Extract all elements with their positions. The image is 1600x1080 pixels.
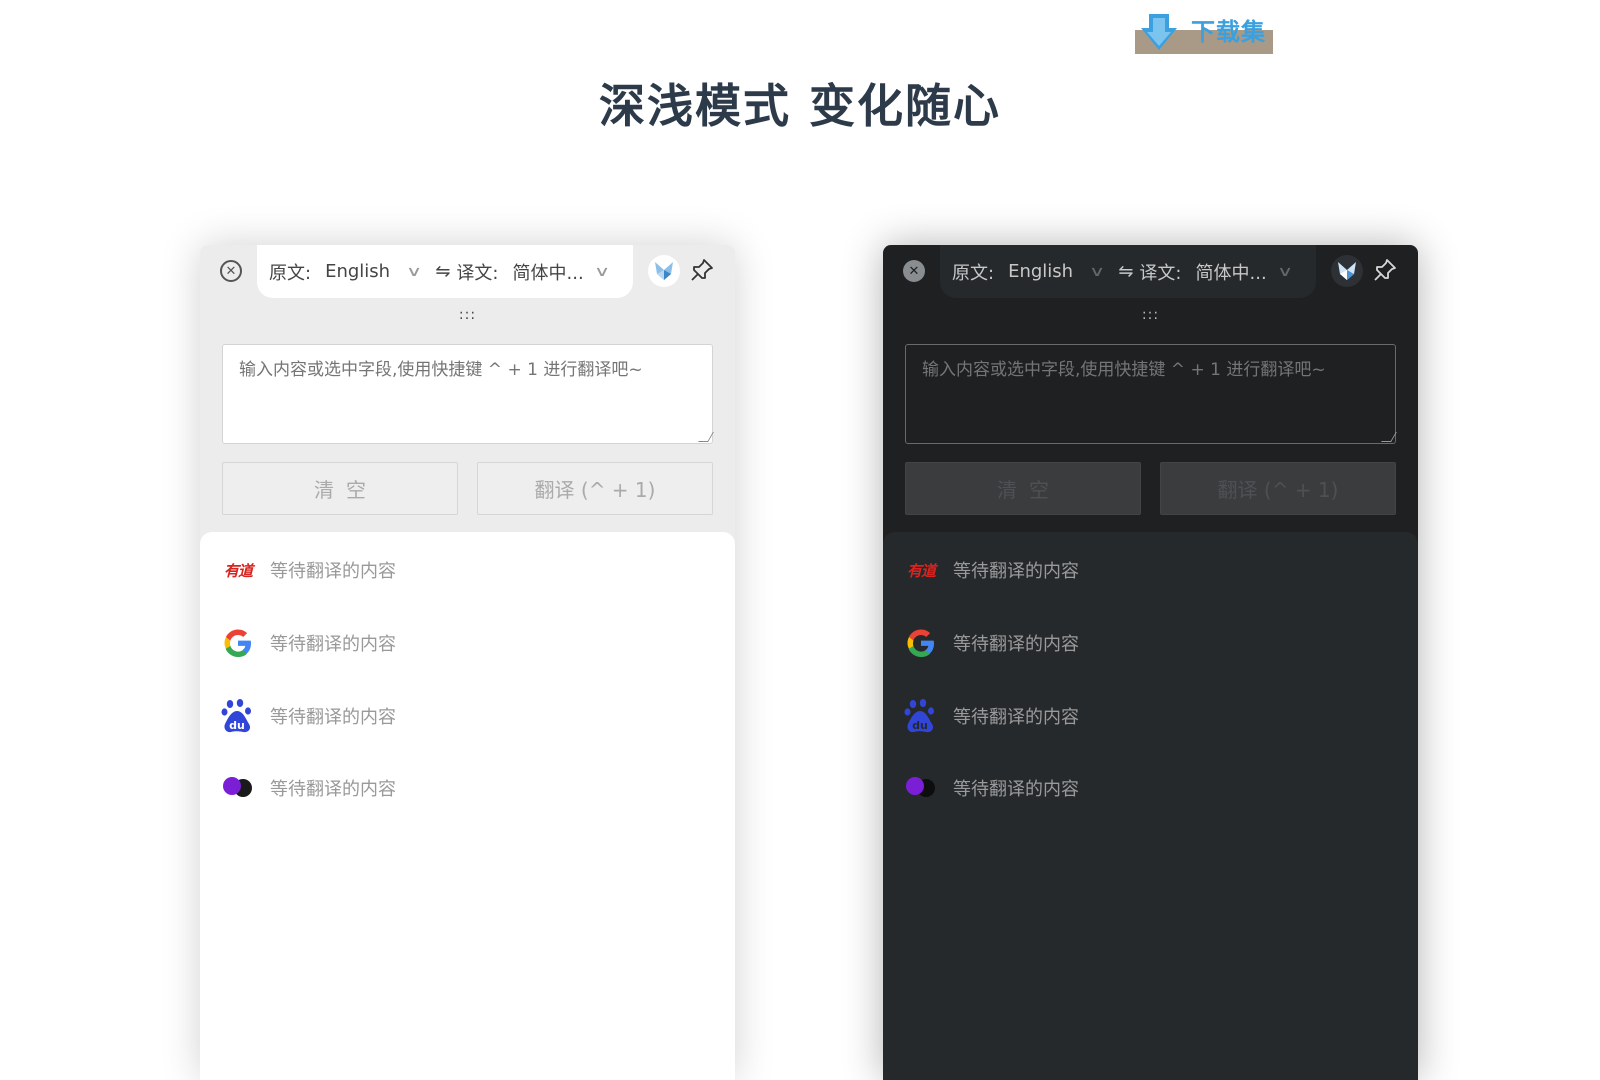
watermark-logo: 下载集 [1135,12,1273,56]
download-arrow-icon [1141,14,1177,50]
youdao-icon: 有道 [220,552,256,588]
target-label: 译文: [1139,262,1182,284]
drag-handle[interactable]: ::: [883,308,1418,322]
result-text: 等待翻译的内容 [953,634,1079,655]
translator-window-dark: ✕ 原文: English ∨ ⇋ 译文: 简体中... ∨ ::: 清空 翻译… [883,245,1418,1080]
result-text: 等待翻译的内容 [270,634,396,655]
result-text: 等待翻译的内容 [953,561,1079,582]
result-row-google: 等待翻译的内容 [903,623,1079,663]
chevron-down-icon[interactable]: ∨ [1276,264,1292,280]
pin-icon[interactable] [1372,257,1398,283]
chevron-down-icon[interactable]: ∨ [593,264,609,280]
source-language-select[interactable]: English [1008,261,1086,282]
google-icon [220,625,256,661]
chevron-down-icon[interactable]: ∨ [1089,264,1105,280]
youdao-brand-text: 有道 [906,561,936,580]
source-label: 原文: [269,262,312,284]
source-text-input[interactable] [222,344,713,444]
drag-handle[interactable]: ::: [200,308,735,322]
translate-button[interactable]: 翻译 (^ + 1) [477,462,713,515]
caiyun-icon [903,770,939,806]
result-row-youdao: 有道 等待翻译的内容 [903,550,1079,590]
language-selector: 原文: English ∨ ⇋ 译文: 简体中... ∨ [940,245,1316,298]
results-panel: 有道 等待翻译的内容 等待翻译的内容 du 等待翻译的内容 等待翻译的内容 [883,532,1418,1080]
source-label: 原文: [952,262,995,284]
fox-logo-icon[interactable] [1331,255,1363,287]
fox-icon [1338,262,1356,280]
baidu-icon: du [903,698,939,734]
svg-text:du: du [229,719,245,732]
swap-icon[interactable]: ⇋ [435,261,450,282]
target-label: 译文: [456,262,499,284]
result-text: 等待翻译的内容 [953,707,1079,728]
result-text: 等待翻译的内容 [270,779,396,800]
result-text: 等待翻译的内容 [953,779,1079,800]
result-row-caiyun: 等待翻译的内容 [903,768,1079,808]
translator-window-light: ✕ 原文: English ∨ ⇋ 译文: 简体中... ∨ ::: 清空 翻译… [200,245,735,1080]
chevron-down-icon[interactable]: ∨ [406,264,422,280]
result-row-baidu: du 等待翻译的内容 [903,696,1079,736]
close-icon[interactable]: ✕ [903,260,925,282]
caiyun-icon [220,770,256,806]
google-icon [903,625,939,661]
translate-button[interactable]: 翻译 (^ + 1) [1160,462,1396,515]
result-row-caiyun: 等待翻译的内容 [220,768,396,808]
svg-text:du: du [912,719,928,732]
fox-icon [655,262,673,280]
youdao-brand-text: 有道 [223,561,253,580]
result-row-google: 等待翻译的内容 [220,623,396,663]
language-selector: 原文: English ∨ ⇋ 译文: 简体中... ∨ [257,245,633,298]
close-icon[interactable]: ✕ [220,260,242,282]
clear-button[interactable]: 清空 [905,462,1141,515]
results-panel: 有道 等待翻译的内容 等待翻译的内容 du 等待翻译的内容 等待翻译的内容 [200,532,735,1080]
source-language-select[interactable]: English [325,261,403,282]
page-headline: 深浅模式 变化随心 [598,79,1001,133]
source-text-input[interactable] [905,344,1396,444]
clear-button[interactable]: 清空 [222,462,458,515]
result-text: 等待翻译的内容 [270,707,396,728]
result-row-youdao: 有道 等待翻译的内容 [220,550,396,590]
target-language-select[interactable]: 简体中... [1196,259,1274,285]
swap-icon[interactable]: ⇋ [1118,261,1133,282]
result-row-baidu: du 等待翻译的内容 [220,696,396,736]
result-text: 等待翻译的内容 [270,561,396,582]
target-language-select[interactable]: 简体中... [513,259,591,285]
baidu-icon: du [220,698,256,734]
fox-logo-icon[interactable] [648,255,680,287]
watermark-text: 下载集 [1191,18,1266,46]
youdao-icon: 有道 [903,552,939,588]
pin-icon[interactable] [689,257,715,283]
